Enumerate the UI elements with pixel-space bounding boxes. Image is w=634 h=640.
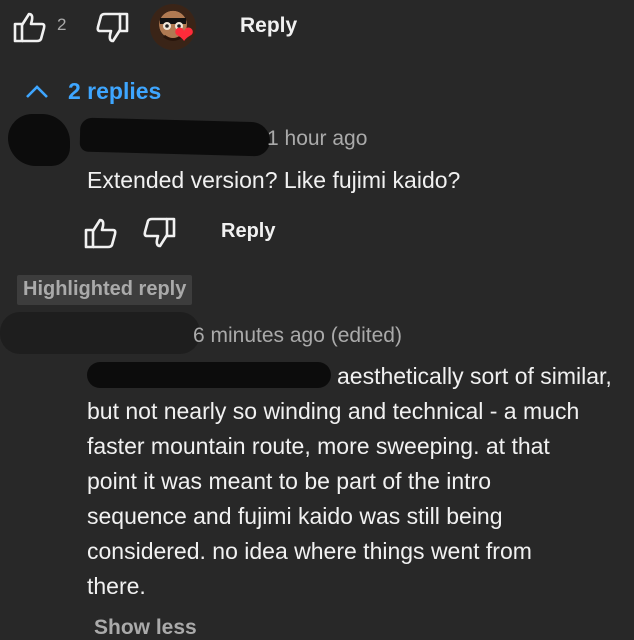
- reply-button[interactable]: Reply: [221, 220, 275, 243]
- redacted-username: [79, 117, 271, 157]
- chevron-up-icon: [26, 84, 48, 98]
- reply-text-line: considered. no idea where things went fr…: [87, 538, 532, 564]
- reply-text-line: sequence and fujimi kaido was still bein…: [87, 503, 503, 529]
- reply-text-line: point it was meant to be part of the int…: [87, 468, 492, 494]
- reply-timestamp: 1 hour ago: [267, 127, 368, 150]
- reply-like-button[interactable]: [84, 217, 118, 249]
- redacted-avatar: [0, 312, 200, 354]
- like-count: 2: [57, 15, 67, 34]
- reply-text-line: faster mountain route, more sweeping. at…: [87, 433, 550, 459]
- redacted-mention: [87, 362, 331, 388]
- thumbs-up-icon: [13, 12, 46, 43]
- reply-text-line: but not nearly so winding and technical …: [87, 398, 580, 424]
- creator-heart-icon[interactable]: ❤: [174, 24, 194, 48]
- reply-text: Extended version? Like fujimi kaido?: [87, 167, 461, 193]
- reply-text-line: there.: [87, 573, 146, 599]
- thumbs-down-icon: [96, 12, 129, 43]
- thumbs-down-icon: [143, 217, 176, 248]
- redacted-avatar: [8, 114, 70, 166]
- highlighted-reply-badge: Highlighted reply: [17, 275, 193, 305]
- reply-button[interactable]: Reply: [240, 14, 297, 38]
- reply-text: aesthetically sort of similar, but not n…: [87, 359, 627, 604]
- reply-dislike-button[interactable]: [142, 217, 176, 249]
- reply-timestamp: 6 minutes ago (edited): [193, 324, 402, 347]
- like-button[interactable]: [13, 11, 47, 43]
- dislike-button[interactable]: [95, 12, 129, 44]
- replies-count-label[interactable]: 2 replies: [68, 78, 161, 105]
- thumbs-up-icon: [84, 218, 117, 249]
- reply-text-line: aesthetically sort of similar,: [87, 359, 627, 394]
- show-less-button[interactable]: Show less: [94, 616, 197, 640]
- replies-toggle[interactable]: 2 replies: [24, 78, 161, 105]
